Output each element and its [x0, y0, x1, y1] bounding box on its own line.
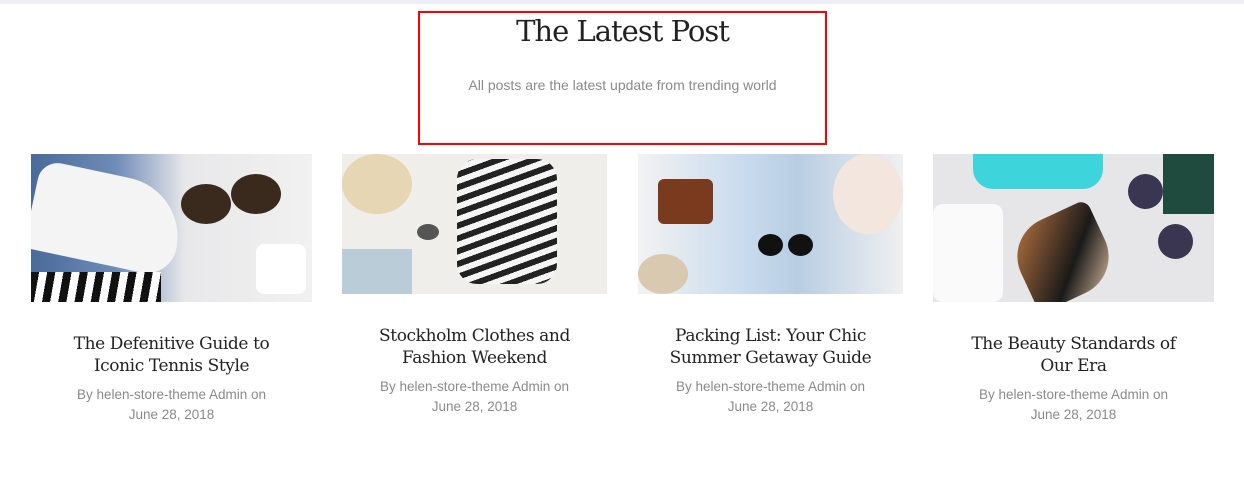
post-image[interactable] [342, 154, 607, 294]
post-image[interactable] [31, 154, 312, 302]
section-subtitle: All posts are the latest update from tre… [468, 77, 777, 93]
post-title[interactable]: The Beauty Standards of Our Era [933, 333, 1214, 377]
post-author: By helen-store-theme Admin on [675, 379, 866, 394]
post-author: By helen-store-theme Admin on [379, 379, 570, 394]
top-border [0, 0, 1244, 4]
section-title: The Latest Post [516, 14, 730, 48]
post-author: By helen-store-theme Admin on [76, 387, 267, 402]
post-title[interactable]: Stockholm Clothes and Fashion Weekend [342, 325, 607, 369]
post-date: June 28, 2018 [128, 407, 215, 422]
post-title[interactable]: The Defenitive Guide to Iconic Tennis St… [31, 333, 312, 377]
post-date: June 28, 2018 [727, 399, 814, 414]
post-card: The Beauty Standards of Our Era By helen… [933, 154, 1214, 425]
post-card: The Defenitive Guide to Iconic Tennis St… [31, 154, 312, 425]
post-card: Stockholm Clothes and Fashion Weekend By… [342, 154, 607, 417]
post-card: Packing List: Your Chic Summer Getaway G… [638, 154, 903, 417]
post-date: June 28, 2018 [1030, 407, 1117, 422]
post-image[interactable] [933, 154, 1214, 302]
post-author: By helen-store-theme Admin on [978, 387, 1169, 402]
post-date: June 28, 2018 [431, 399, 518, 414]
post-image[interactable] [638, 154, 903, 294]
post-title[interactable]: Packing List: Your Chic Summer Getaway G… [638, 325, 903, 369]
